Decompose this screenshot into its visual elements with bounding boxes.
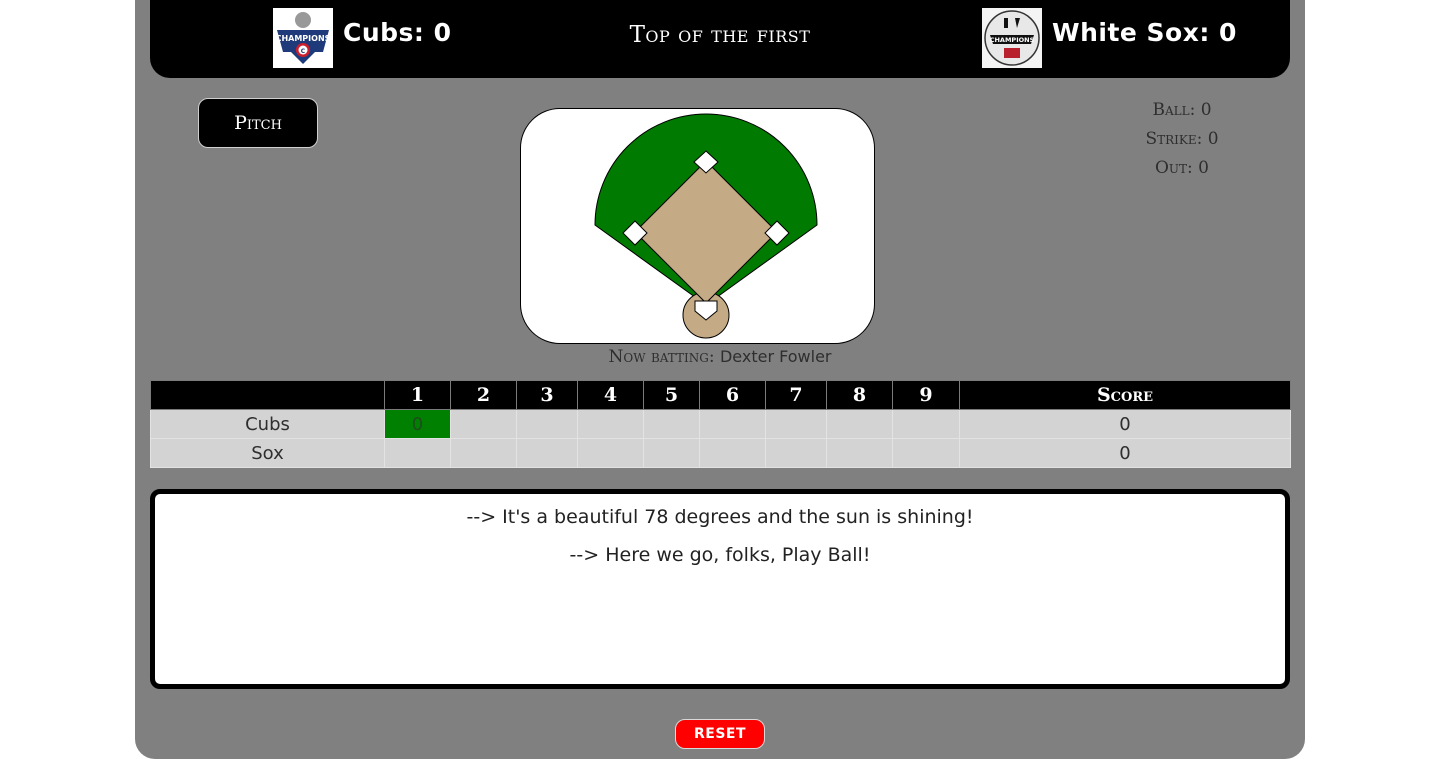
pitch-button[interactable]: Pitch: [198, 98, 318, 148]
commentary-box: --> It's a beautiful 78 degrees and the …: [150, 489, 1290, 689]
inning-header: 1: [384, 380, 451, 410]
ball-count: Ball: 0: [1152, 100, 1212, 120]
linescore-table: 1 2 3 4 5 6 7 8 9 Score Cubs 0 0 Sox 0: [150, 380, 1291, 468]
commentary-line: --> It's a beautiful 78 degrees and the …: [466, 506, 974, 528]
out-count: Out: 0: [1154, 158, 1209, 178]
inning-cell: [577, 438, 644, 468]
inning-cell: [643, 438, 700, 468]
table-row: Cubs 0 0: [150, 409, 1291, 439]
inning-cell: [699, 438, 766, 468]
inning-header: 3: [516, 380, 578, 410]
inning-cell: [826, 409, 893, 439]
now-batting-label: Now batting:: [608, 347, 715, 367]
inning-header: 8: [826, 380, 893, 410]
inning-cell: 0: [384, 409, 451, 439]
inning-cell: [450, 438, 517, 468]
inning-cell: [765, 409, 827, 439]
inning-header: 5: [643, 380, 700, 410]
inning-cell: [643, 409, 700, 439]
strike-count: Strike: 0: [1145, 129, 1219, 149]
baseball-diamond: [520, 108, 875, 344]
white-sox-championship-logo-icon: CHAMPIONS: [982, 8, 1042, 68]
inning-header: 4: [577, 380, 644, 410]
count-panel: Ball: 0 Strike: 0 Out: 0: [1120, 96, 1244, 183]
inning-cell: [892, 409, 960, 439]
inning-header: 6: [699, 380, 766, 410]
linescore-header-row: 1 2 3 4 5 6 7 8 9 Score: [150, 380, 1291, 410]
now-batting: Now batting: Dexter Fowler: [520, 347, 920, 367]
inning-cell: [892, 438, 960, 468]
inning-header: 9: [892, 380, 960, 410]
reset-button[interactable]: RESET: [675, 719, 765, 749]
commentary-line: --> Here we go, folks, Play Ball!: [569, 544, 871, 566]
score-header: Score: [959, 380, 1291, 410]
total-score-cell: 0: [959, 438, 1291, 468]
team-name-cell: Sox: [150, 438, 385, 468]
inning-cell: [577, 409, 644, 439]
batter-name: Dexter Fowler: [719, 347, 832, 366]
sox-logo-text: CHAMPIONS: [990, 36, 1035, 44]
inning-cell: [699, 409, 766, 439]
team-name-cell: Cubs: [150, 409, 385, 439]
inning-cell: [516, 409, 578, 439]
inning-cell: [826, 438, 893, 468]
inning-header: 7: [765, 380, 827, 410]
team-column-header: [150, 380, 385, 410]
cubs-logo-badge: C: [301, 48, 306, 55]
inning-cell: [384, 438, 451, 468]
inning-cell: [765, 438, 827, 468]
white-sox-logo: CHAMPIONS: [982, 8, 1042, 68]
scoreboard-header: CHAMPIONS C Cubs: 0 Top of the first CHA…: [150, 0, 1290, 78]
inning-cell: [450, 409, 517, 439]
inning-cell: [516, 438, 578, 468]
inning-header: 2: [450, 380, 517, 410]
table-row: Sox 0: [150, 438, 1291, 468]
total-score-cell: 0: [959, 409, 1291, 439]
white-sox-score: White Sox: 0: [1052, 18, 1237, 47]
